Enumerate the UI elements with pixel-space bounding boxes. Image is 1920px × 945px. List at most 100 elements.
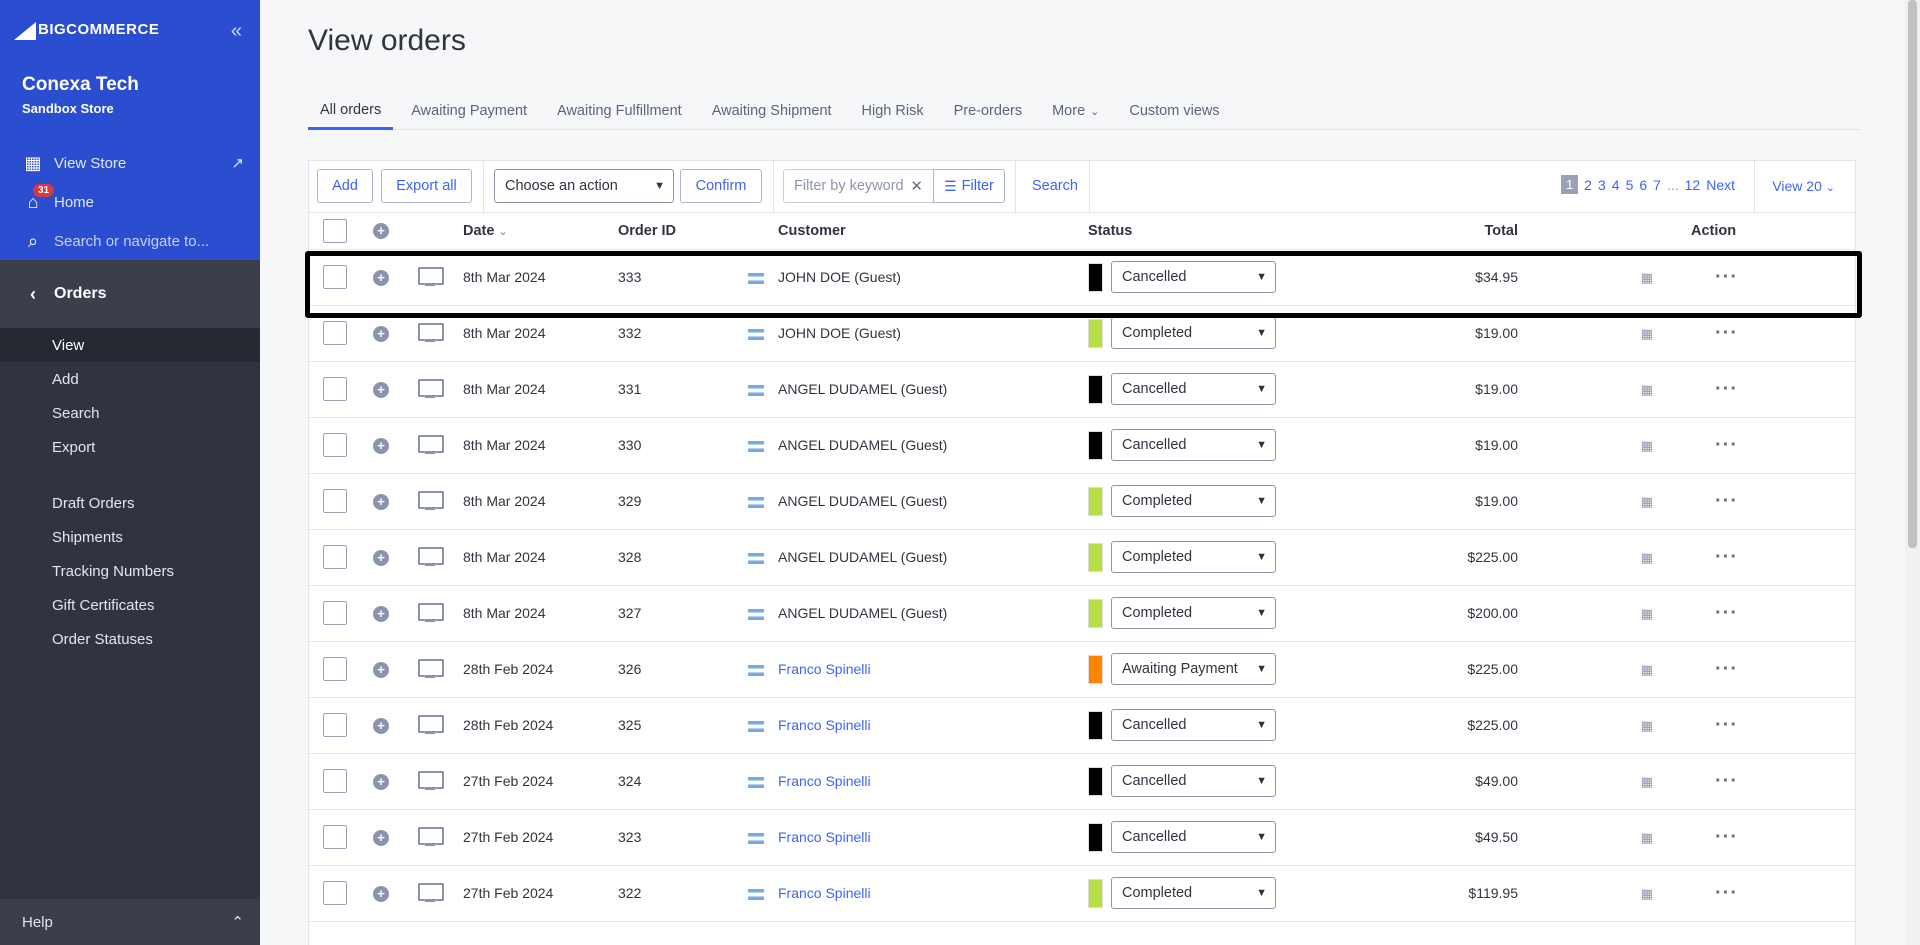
status-select[interactable]: Completed ▼ (1111, 485, 1276, 517)
row-checkbox[interactable] (323, 769, 347, 793)
action-select[interactable]: Choose an action ▼ (494, 169, 674, 203)
calendar-icon[interactable]: ▦ (1641, 270, 1653, 285)
tab-awaiting-shipment[interactable]: Awaiting Shipment (700, 92, 844, 130)
expand-row-icon[interactable]: + (373, 829, 389, 846)
table-row[interactable]: + 8th Mar 2024 332 JOHN DOE (Guest) Comp… (309, 305, 1855, 362)
order-id[interactable]: 322 (618, 865, 748, 922)
row-checkbox[interactable] (323, 433, 347, 457)
table-row[interactable]: + 28th Feb 2024 326 Franco Spinelli Awai… (309, 641, 1855, 698)
expand-row-icon[interactable]: + (373, 325, 389, 342)
tab-pre-orders[interactable]: Pre-orders (942, 92, 1035, 130)
expand-row-icon[interactable]: + (373, 549, 389, 566)
submenu-item-view[interactable]: View (0, 328, 260, 362)
calendar-icon[interactable]: ▦ (1641, 718, 1653, 733)
page-link[interactable]: 4 (1612, 177, 1620, 193)
order-id[interactable]: 331 (618, 361, 748, 418)
tab-awaiting-fulfillment[interactable]: Awaiting Fulfillment (545, 92, 694, 130)
filter-button[interactable]: ☰ Filter (933, 169, 1005, 203)
column-date[interactable]: Date ⌄ (463, 213, 618, 250)
status-select[interactable]: Completed ▼ (1111, 317, 1276, 349)
external-link-icon[interactable]: ↗ (231, 154, 244, 172)
order-id[interactable]: 332 (618, 305, 748, 362)
page-link[interactable]: 5 (1626, 177, 1634, 193)
export-all-button[interactable]: Export all (381, 169, 472, 203)
row-checkbox[interactable] (323, 377, 347, 401)
page-link[interactable]: 6 (1639, 177, 1647, 193)
tab-custom-views[interactable]: Custom views (1117, 92, 1231, 130)
customer-name[interactable]: Franco Spinelli (778, 661, 871, 677)
expand-row-icon[interactable]: + (373, 605, 389, 622)
page-link[interactable]: 3 (1598, 177, 1606, 193)
tab-all-orders[interactable]: All orders (308, 92, 394, 130)
order-id[interactable]: 328 (618, 529, 748, 586)
status-select[interactable]: Completed ▼ (1111, 597, 1276, 629)
row-checkbox[interactable] (323, 321, 347, 345)
order-id[interactable]: 326 (618, 641, 748, 698)
status-select[interactable]: Cancelled ▼ (1111, 261, 1276, 293)
more-actions-icon[interactable]: ··· (1715, 490, 1738, 512)
table-row[interactable]: + 8th Mar 2024 330 ANGEL DUDAMEL (Guest)… (309, 417, 1855, 474)
customer-name[interactable]: Franco Spinelli (778, 829, 871, 845)
table-row[interactable]: + 8th Mar 2024 328 ANGEL DUDAMEL (Guest)… (309, 529, 1855, 586)
more-actions-icon[interactable]: ··· (1715, 714, 1738, 736)
table-row[interactable]: + 27th Feb 2024 322 Franco Spinelli Comp… (309, 865, 1855, 922)
tab-awaiting-payment[interactable]: Awaiting Payment (399, 92, 539, 130)
table-row[interactable]: + 8th Mar 2024 327 ANGEL DUDAMEL (Guest)… (309, 585, 1855, 642)
order-id[interactable]: 323 (618, 809, 748, 866)
table-row[interactable]: + 28th Feb 2024 325 Franco Spinelli Canc… (309, 697, 1855, 754)
view-store-link[interactable]: ▦ View Store (22, 152, 126, 174)
expand-all-icon[interactable]: + (373, 222, 389, 239)
submenu-item-shipments[interactable]: Shipments (0, 520, 260, 554)
table-row[interactable]: + 27th Feb 2024 323 Franco Spinelli Canc… (309, 809, 1855, 866)
status-select[interactable]: Cancelled ▼ (1111, 709, 1276, 741)
calendar-icon[interactable]: ▦ (1641, 438, 1653, 453)
more-actions-icon[interactable]: ··· (1715, 658, 1738, 680)
submenu-item-export[interactable]: Export (0, 430, 260, 464)
clear-icon[interactable]: ✕ (910, 177, 923, 195)
row-checkbox[interactable] (323, 825, 347, 849)
row-checkbox[interactable] (323, 657, 347, 681)
table-row[interactable]: + 8th Mar 2024 331 ANGEL DUDAMEL (Guest)… (309, 361, 1855, 418)
row-checkbox[interactable] (323, 601, 347, 625)
expand-row-icon[interactable]: + (373, 773, 389, 790)
page-link[interactable]: 7 (1653, 177, 1661, 193)
table-row[interactable]: + 8th Mar 2024 329 ANGEL DUDAMEL (Guest)… (309, 473, 1855, 530)
status-select[interactable]: Completed ▼ (1111, 877, 1276, 909)
page-link[interactable]: 12 (1685, 177, 1701, 193)
tab-high-risk[interactable]: High Risk (850, 92, 936, 130)
tab-more[interactable]: More ⌄ (1040, 92, 1111, 130)
more-actions-icon[interactable]: ··· (1715, 378, 1738, 400)
expand-row-icon[interactable]: + (373, 717, 389, 734)
calendar-icon[interactable]: ▦ (1641, 830, 1653, 845)
column-customer[interactable]: Customer (748, 213, 1088, 250)
view-per-page-select[interactable]: View 20 ⌄ (1772, 178, 1835, 194)
bigcommerce-logo[interactable]: BIGCOMMERCE (14, 18, 159, 40)
row-checkbox[interactable] (323, 265, 347, 289)
order-id[interactable]: 325 (618, 697, 748, 754)
order-id[interactable]: 324 (618, 753, 748, 810)
status-select[interactable]: Cancelled ▼ (1111, 429, 1276, 461)
more-actions-icon[interactable]: ··· (1715, 602, 1738, 624)
page-scrollbar[interactable] (1905, 0, 1920, 945)
calendar-icon[interactable]: ▦ (1641, 550, 1653, 565)
more-actions-icon[interactable]: ··· (1715, 770, 1738, 792)
customer-name[interactable]: Franco Spinelli (778, 885, 871, 901)
calendar-icon[interactable]: ▦ (1641, 606, 1653, 621)
column-total[interactable]: Total (1313, 213, 1518, 250)
expand-row-icon[interactable]: + (373, 269, 389, 286)
page-link[interactable]: 2 (1584, 177, 1592, 193)
select-all-checkbox[interactable] (323, 218, 347, 243)
row-checkbox[interactable] (323, 545, 347, 569)
column-status[interactable]: Status (1088, 213, 1313, 250)
expand-row-icon[interactable]: + (373, 381, 389, 398)
order-id[interactable]: 330 (618, 417, 748, 474)
search-navigate-input[interactable]: ⌕ Search or navigate to... (22, 230, 209, 252)
more-actions-icon[interactable]: ··· (1715, 434, 1738, 456)
home-link[interactable]: ⌂ Home (22, 191, 94, 213)
confirm-button[interactable]: Confirm (680, 169, 762, 203)
submenu-item-draft-orders[interactable]: Draft Orders (0, 486, 260, 520)
customer-name[interactable]: Franco Spinelli (778, 717, 871, 733)
submenu-item-gift-certificates[interactable]: Gift Certificates (0, 588, 260, 622)
calendar-icon[interactable]: ▦ (1641, 662, 1653, 677)
next-page-link[interactable]: Next (1706, 177, 1735, 193)
